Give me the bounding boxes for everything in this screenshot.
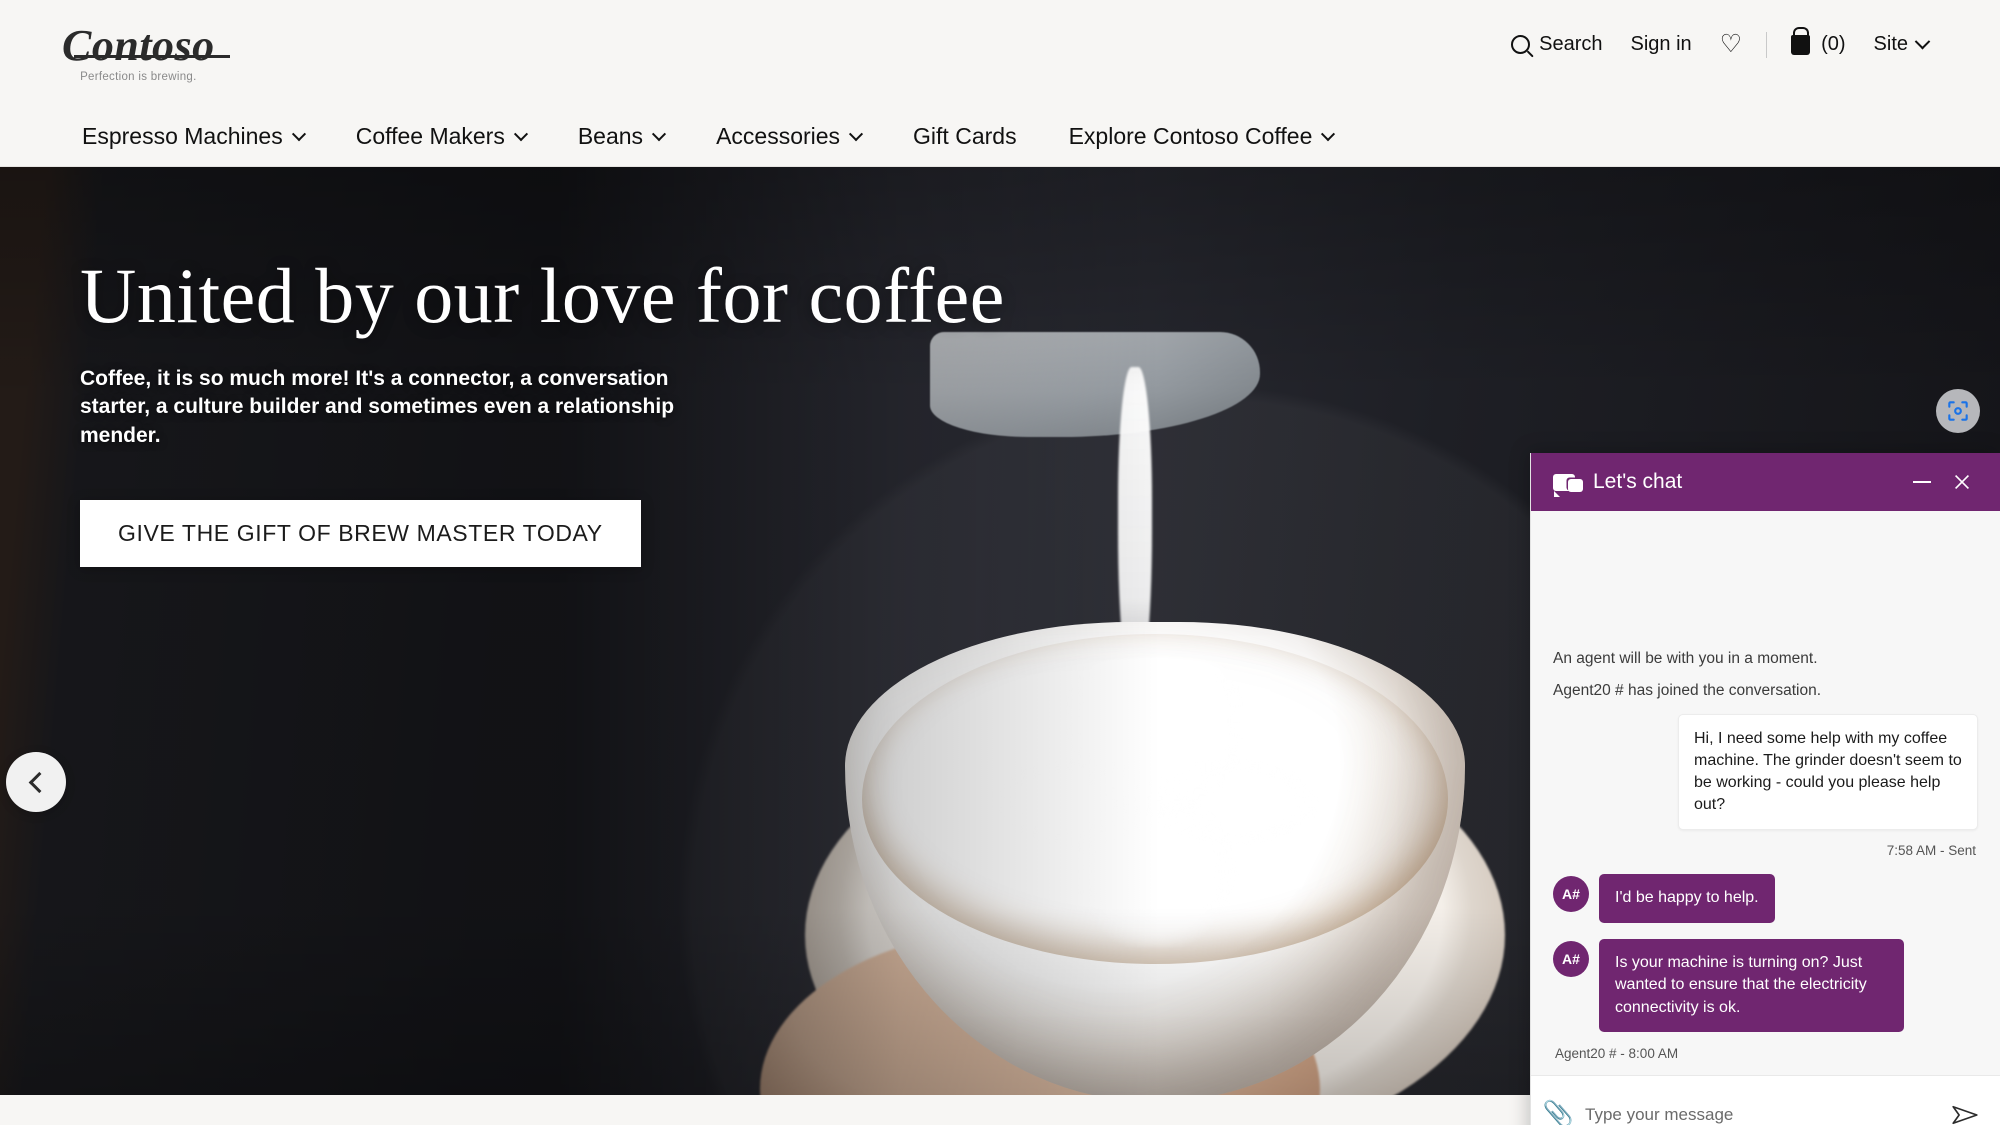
chat-system-message: Agent20 # has joined the conversation.: [1553, 682, 1821, 700]
visual-search-icon[interactable]: [1936, 389, 1980, 433]
nav-item-accessories[interactable]: Accessories: [690, 117, 887, 156]
chat-widget: Let's chat An agent will be with you in …: [1530, 453, 2000, 1125]
chat-message-list[interactable]: An agent will be with you in a moment. A…: [1531, 511, 2000, 1075]
chevron-down-icon: [651, 126, 667, 141]
nav-item-espresso-machines[interactable]: Espresso Machines: [56, 117, 330, 156]
cart-button[interactable]: (0): [1777, 29, 1859, 60]
chat-message-customer: Hi, I need some help with my coffee mach…: [1553, 714, 1978, 831]
chat-close-button[interactable]: [1942, 462, 1982, 502]
signin-link[interactable]: Sign in: [1617, 29, 1706, 60]
nav-item-beans[interactable]: Beans: [552, 117, 690, 156]
send-button[interactable]: [1950, 1102, 1980, 1125]
nav-label: Espresso Machines: [82, 123, 283, 149]
chat-title: Let's chat: [1593, 470, 1683, 493]
chat-minimize-button[interactable]: [1902, 462, 1942, 502]
chevron-down-icon: [513, 126, 528, 141]
chat-message-meta: 7:58 AM - Sent: [1886, 843, 1976, 859]
site-header: Contoso Perfection is brewing. Search Si…: [0, 0, 2000, 107]
paperclip-icon[interactable]: 📎: [1542, 1100, 1573, 1125]
nav-label: Accessories: [716, 123, 841, 149]
header-divider: [1766, 31, 1768, 58]
chevron-down-icon: [1914, 33, 1931, 50]
hero-subtitle: Coffee, it is so much more! It's a conne…: [80, 366, 675, 447]
search-button[interactable]: Search: [1497, 29, 1616, 60]
chat-bubble-text: Hi, I need some help with my coffee mach…: [1678, 714, 1978, 831]
chevron-left-icon: [28, 771, 50, 793]
heart-icon: ♡: [1719, 30, 1743, 58]
header-utility-nav: Search Sign in ♡ (0) Site: [1497, 28, 1942, 61]
cart-count: (0): [1821, 33, 1846, 55]
brand-name: Contoso: [62, 20, 230, 70]
page-root: Contoso Perfection is brewing. Search Si…: [0, 0, 2000, 1125]
chevron-down-icon: [848, 126, 864, 141]
brand-logo[interactable]: Contoso Perfection is brewing.: [62, 20, 230, 84]
chat-system-message: An agent will be with you in a moment.: [1553, 650, 1818, 668]
nav-label: Explore Contoso Coffee: [1068, 123, 1313, 149]
chat-bubble-text: Is your machine is turning on? Just want…: [1599, 938, 1904, 1032]
chat-message-agent: A# Is your machine is turning on? Just w…: [1553, 938, 1978, 1032]
wishlist-button[interactable]: ♡: [1706, 28, 1756, 61]
send-icon: [1952, 1105, 1978, 1124]
chevron-down-icon: [291, 126, 306, 141]
minimize-icon: [1913, 481, 1931, 483]
nav-label: Coffee Makers: [355, 123, 505, 149]
chat-message-agent: A# I'd be happy to help.: [1553, 874, 1978, 923]
hero-content: United by our love for coffee Coffee, it…: [80, 255, 1140, 567]
chat-input-bar: 📎: [1531, 1075, 2000, 1125]
chat-bubble-text: I'd be happy to help.: [1599, 874, 1775, 923]
chat-message-input[interactable]: [1585, 1104, 1936, 1125]
avatar: A#: [1553, 940, 1589, 977]
site-selector[interactable]: Site: [1860, 29, 1942, 60]
chat-header: Let's chat: [1531, 453, 2000, 511]
nav-item-gift-cards[interactable]: Gift Cards: [887, 117, 1043, 156]
chevron-down-icon: [1321, 126, 1336, 141]
nav-item-coffee-makers[interactable]: Coffee Makers: [330, 117, 552, 156]
search-icon: [1507, 31, 1535, 58]
chat-bubble-icon: [1553, 473, 1583, 497]
avatar: A#: [1553, 876, 1589, 913]
chat-message-meta: Agent20 # - 8:00 AM: [1555, 1046, 1679, 1061]
main-navigation: Espresso Machines Coffee Makers Beans Ac…: [0, 107, 2000, 167]
carousel-prev-button[interactable]: [6, 752, 66, 812]
brand-tagline: Perfection is brewing.: [80, 70, 197, 83]
close-icon: [1954, 474, 1970, 490]
nav-item-explore-contoso-coffee[interactable]: Explore Contoso Coffee: [1043, 117, 1360, 156]
site-label: Site: [1873, 33, 1908, 55]
hero-cta-button[interactable]: GIVE THE GIFT OF BREW MASTER TODAY: [80, 499, 641, 567]
shopping-bag-icon: [1791, 34, 1811, 55]
hero-title: United by our love for coffee: [80, 252, 1005, 339]
signin-label: Sign in: [1630, 33, 1692, 55]
nav-label: Gift Cards: [913, 123, 1017, 149]
search-label: Search: [1539, 33, 1603, 55]
nav-label: Beans: [577, 123, 644, 149]
